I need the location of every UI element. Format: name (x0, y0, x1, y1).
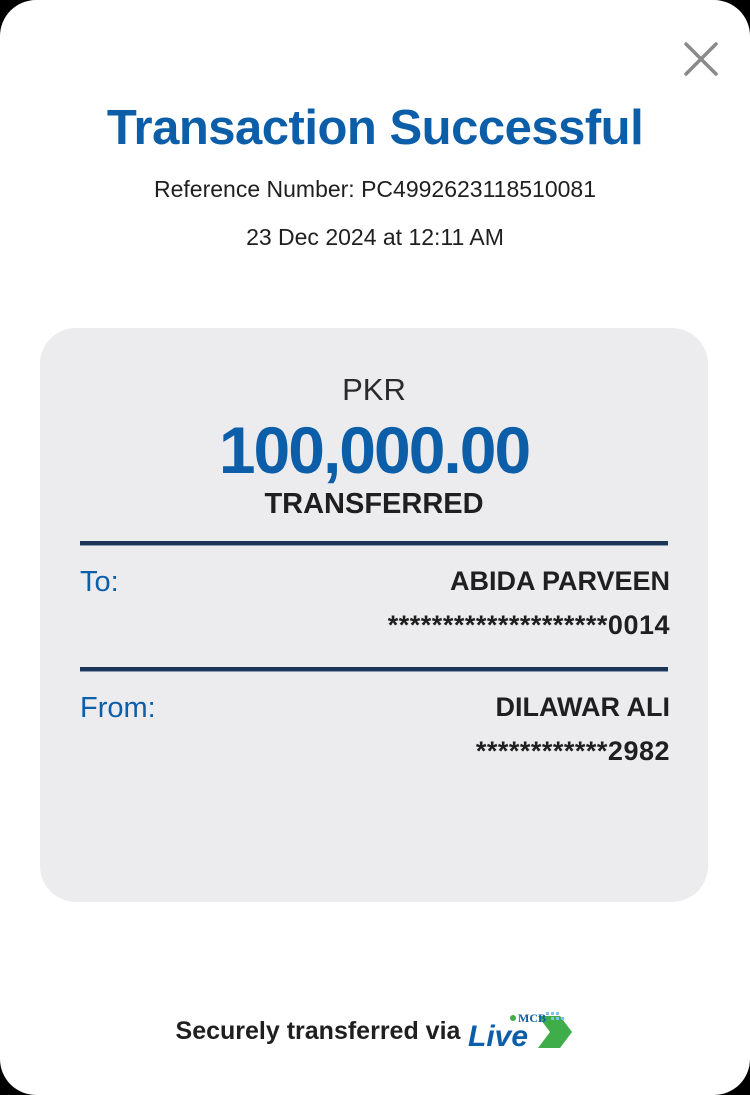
recipient-name: ABIDA PARVEEN (449, 566, 670, 596)
receipt-card: Transaction Successful Reference Number:… (0, 0, 750, 1095)
divider (80, 667, 668, 672)
from-label: From: (80, 692, 156, 724)
sender-name: DILAWAR ALI (495, 692, 671, 722)
sender-account: ************2982 (475, 736, 670, 766)
transfer-details-panel: PKR 100,000.00 TRANSFERRED To: ABIDA PAR… (40, 328, 708, 902)
page-title: Transaction Successful (106, 101, 644, 155)
divider (80, 541, 668, 546)
close-icon[interactable] (680, 38, 722, 80)
mcb-live-logo: MCB Live (468, 1008, 574, 1054)
transaction-datetime: 23 Dec 2024 at 12:11 AM (246, 224, 504, 250)
transfer-status: TRANSFERRED (264, 488, 484, 520)
footer: Securely transferred via MCB Live (0, 1008, 750, 1054)
reference-number: Reference Number: PC4992623118510081 (154, 176, 596, 202)
footer-text: Securely transferred via (175, 1016, 461, 1045)
currency-label: PKR (342, 372, 406, 407)
svg-text:Live: Live (468, 1020, 528, 1053)
recipient-account: ********************0014 (387, 610, 670, 640)
transfer-amount: 100,000.00 (218, 413, 531, 487)
to-label: To: (80, 566, 119, 598)
